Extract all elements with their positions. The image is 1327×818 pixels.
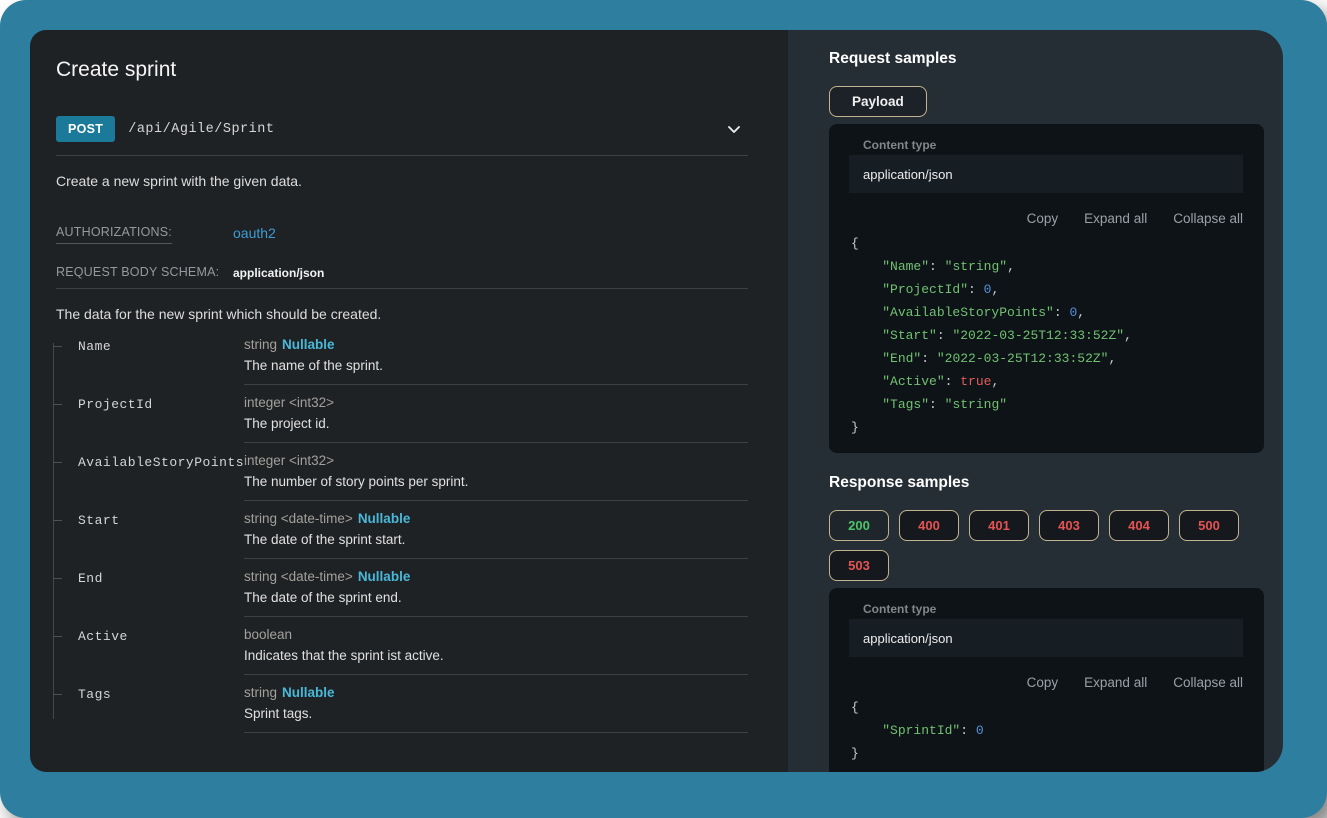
schema-field-row: Tags stringNullable Sprint tags. (53, 685, 748, 733)
oauth2-link[interactable]: oauth2 (233, 225, 276, 241)
authorizations-label: AUTHORIZATIONS: (56, 225, 233, 244)
status-code-tab[interactable]: 401 (969, 510, 1029, 541)
field-type: string <date-time>Nullable (244, 511, 748, 526)
field-name: Tags (53, 685, 244, 733)
nullable-flag: Nullable (282, 685, 335, 700)
schema-field-row: AvailableStoryPoints integer <int32> The… (53, 453, 748, 511)
endpoint-path: /api/Agile/Sprint (128, 122, 274, 137)
status-code-tab[interactable]: 400 (899, 510, 959, 541)
request-body-mime: application/json (233, 266, 324, 280)
field-type: boolean (244, 627, 748, 642)
field-description: The date of the sprint start. (244, 532, 748, 547)
expand-all-button[interactable]: Expand all (1084, 675, 1147, 690)
field-name: Name (53, 337, 244, 395)
request-samples-heading: Request samples (829, 50, 1264, 68)
field-type: stringNullable (244, 685, 748, 700)
schema-field-row: End string <date-time>Nullable The date … (53, 569, 748, 627)
schema-field-row: Start string <date-time>Nullable The dat… (53, 511, 748, 569)
field-info: stringNullable Sprint tags. (244, 685, 748, 733)
request-body-schema-label: REQUEST BODY SCHEMA: (56, 265, 233, 279)
nullable-flag: Nullable (358, 511, 411, 526)
samples-panel: Request samples Payload Content type app… (788, 30, 1283, 772)
field-info: string <date-time>Nullable The date of t… (244, 569, 748, 617)
response-samples-heading: Response samples (829, 474, 1264, 492)
field-info: boolean Indicates that the sprint ist ac… (244, 627, 748, 675)
status-code-tab[interactable]: 404 (1109, 510, 1169, 541)
request-json-sample: { "Name": "string", "ProjectId": 0, "Ava… (849, 232, 1243, 439)
response-sample-card: Content type application/json Copy Expan… (829, 588, 1264, 772)
collapse-all-button[interactable]: Collapse all (1173, 675, 1243, 690)
field-name: AvailableStoryPoints (53, 453, 244, 511)
field-type: integer <int32> (244, 453, 748, 468)
fields-list: Name stringNullable The name of the spri… (53, 337, 748, 733)
response-json-sample: { "SprintId": 0} (849, 696, 1243, 765)
schema-field-row: Active boolean Indicates that the sprint… (53, 627, 748, 685)
field-type: stringNullable (244, 337, 748, 352)
status-code-tab[interactable]: 503 (829, 550, 889, 581)
page-frame: Create sprint POST /api/Agile/Sprint Cre… (0, 0, 1327, 818)
authorizations-row: AUTHORIZATIONS: oauth2 (56, 225, 748, 244)
field-name: End (53, 569, 244, 627)
payload-tab[interactable]: Payload (829, 86, 927, 117)
field-info: stringNullable The name of the sprint. (244, 337, 748, 385)
api-doc-app: Create sprint POST /api/Agile/Sprint Cre… (30, 30, 1283, 772)
schema-field-row: Name stringNullable The name of the spri… (53, 337, 748, 395)
field-name: Active (53, 627, 244, 685)
response-content-type-select[interactable]: application/json (849, 619, 1243, 657)
status-code-tab[interactable]: 403 (1039, 510, 1099, 541)
operation-description: Create a new sprint with the given data. (56, 173, 748, 189)
nullable-flag: Nullable (358, 569, 411, 584)
schema-field-row: ProjectId integer <int32> The project id… (53, 395, 748, 453)
http-method-badge: POST (56, 116, 115, 142)
field-description: The number of story points per sprint. (244, 474, 748, 489)
page-title: Create sprint (56, 58, 748, 82)
endpoint-header[interactable]: POST /api/Agile/Sprint (56, 116, 748, 156)
response-status-tabs: 200 400 401 403 404 500 503 (829, 510, 1249, 581)
field-description: The date of the sprint end. (244, 590, 748, 605)
request-content-type-select[interactable]: application/json (849, 155, 1243, 193)
field-info: integer <int32> The project id. (244, 395, 748, 443)
expand-all-button[interactable]: Expand all (1084, 211, 1147, 226)
status-code-tab[interactable]: 200 (829, 510, 889, 541)
request-code-actions: Copy Expand all Collapse all (849, 211, 1243, 226)
request-content-type-label: Content type (863, 138, 1243, 152)
body-description: The data for the new sprint which should… (56, 306, 748, 322)
request-sample-card: Content type application/json Copy Expan… (829, 124, 1264, 453)
documentation-panel: Create sprint POST /api/Agile/Sprint Cre… (30, 30, 788, 772)
response-code-actions: Copy Expand all Collapse all (849, 675, 1243, 690)
field-name: Start (53, 511, 244, 569)
field-type: string <date-time>Nullable (244, 569, 748, 584)
field-description: The name of the sprint. (244, 358, 748, 373)
request-body-schema-row: REQUEST BODY SCHEMA: application/json (56, 265, 748, 289)
field-name: ProjectId (53, 395, 244, 453)
field-info: string <date-time>Nullable The date of t… (244, 511, 748, 559)
field-description: The project id. (244, 416, 748, 431)
status-code-tab[interactable]: 500 (1179, 510, 1239, 541)
field-description: Indicates that the sprint ist active. (244, 648, 748, 663)
copy-button[interactable]: Copy (1027, 675, 1059, 690)
nullable-flag: Nullable (282, 337, 335, 352)
chevron-down-icon[interactable] (726, 121, 742, 137)
collapse-all-button[interactable]: Collapse all (1173, 211, 1243, 226)
field-type: integer <int32> (244, 395, 748, 410)
field-info: integer <int32> The number of story poin… (244, 453, 748, 501)
copy-button[interactable]: Copy (1027, 211, 1059, 226)
field-description: Sprint tags. (244, 706, 748, 721)
response-content-type-label: Content type (863, 602, 1243, 616)
